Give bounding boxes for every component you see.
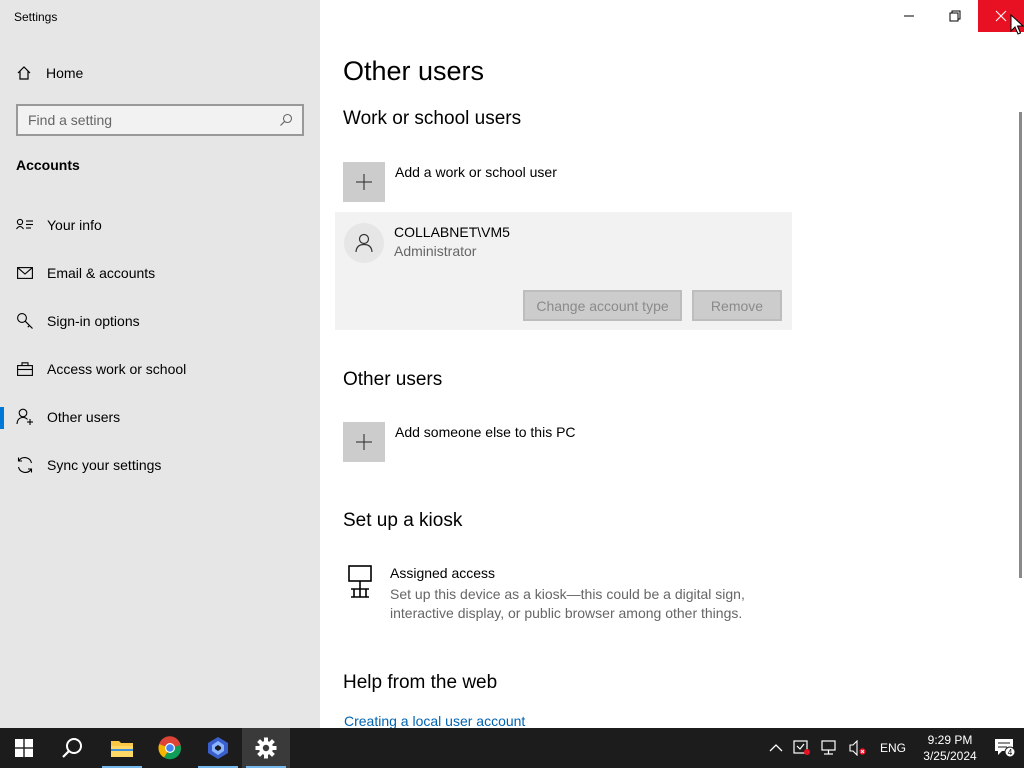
briefcase-icon	[16, 360, 34, 378]
sidebar-item-label: Email & accounts	[47, 265, 156, 281]
mail-icon	[16, 264, 34, 282]
sidebar: Settings Home Accounts Your info Email &…	[0, 0, 320, 728]
security-tray-icon[interactable]	[788, 728, 816, 768]
chrome-button[interactable]	[146, 728, 194, 768]
app-button[interactable]	[194, 728, 242, 768]
person-add-icon	[16, 408, 34, 426]
taskbar-search-button[interactable]	[48, 728, 96, 768]
key-icon	[16, 312, 34, 330]
add-someone-else-button[interactable]: Add someone else to this PC	[343, 422, 576, 462]
search-icon[interactable]	[278, 112, 294, 128]
scrollbar[interactable]	[1019, 112, 1022, 578]
user-name: COLLABNET\VM5	[394, 224, 510, 240]
settings-button[interactable]	[242, 728, 290, 768]
mouse-cursor-icon	[1010, 14, 1024, 35]
search-icon	[62, 738, 82, 758]
work-school-heading: Work or school users	[343, 108, 522, 129]
settings-icon	[255, 737, 277, 759]
volume-muted-icon[interactable]	[844, 728, 872, 768]
sidebar-item-sync-settings[interactable]: Sync your settings	[0, 441, 320, 489]
app-icon	[208, 737, 228, 759]
sidebar-item-label: Sync your settings	[47, 457, 162, 473]
person-icon	[355, 233, 373, 253]
user-role: Administrator	[394, 243, 477, 259]
sidebar-item-email-accounts[interactable]: Email & accounts	[0, 249, 320, 297]
system-tray: ENG 9:29 PM 3/25/2024 4	[764, 728, 1024, 768]
sidebar-item-label: Access work or school	[47, 361, 187, 377]
start-icon	[15, 739, 33, 757]
sidebar-item-sign-in-options[interactable]: Sign-in options	[0, 297, 320, 345]
search-box[interactable]	[16, 104, 304, 136]
start-button[interactable]	[0, 728, 48, 768]
action-center-button[interactable]: 4	[986, 728, 1024, 768]
clock[interactable]: 9:29 PM 3/25/2024	[914, 732, 986, 764]
sidebar-item-your-info[interactable]: Your info	[0, 201, 320, 249]
user-card[interactable]: COLLABNET\VM5 Administrator Change accou…	[335, 212, 792, 330]
sync-icon	[16, 456, 34, 474]
home-label: Home	[46, 65, 84, 81]
sidebar-item-label: Other users	[47, 409, 121, 425]
plus-icon	[343, 162, 385, 202]
section-label: Accounts	[16, 157, 80, 173]
home-icon	[16, 65, 32, 81]
help-heading: Help from the web	[343, 672, 498, 693]
assigned-access-description: Set up this device as a kiosk—this could…	[390, 586, 745, 621]
change-account-type-button[interactable]: Change account type	[523, 290, 682, 321]
assigned-access-button[interactable]: Assigned access Set up this device as a …	[347, 564, 750, 623]
add-work-school-user-label: Add a work or school user	[395, 164, 557, 180]
page-title: Other users	[343, 56, 485, 86]
file-explorer-button[interactable]	[98, 728, 146, 768]
local-account-help-link[interactable]: Creating a local user account	[344, 713, 525, 729]
clock-time: 9:29 PM	[927, 733, 973, 747]
app-title: Settings	[14, 10, 58, 24]
notification-count: 4	[1008, 748, 1013, 757]
language-indicator[interactable]: ENG	[872, 741, 914, 755]
show-hidden-icons-button[interactable]	[764, 728, 788, 768]
main-content: Other users Work or school users Add a w…	[320, 0, 1024, 729]
home-link[interactable]: Home	[16, 62, 83, 84]
kiosk-icon	[348, 565, 372, 598]
assigned-access-title: Assigned access	[390, 565, 496, 581]
plus-icon	[343, 422, 385, 462]
add-someone-else-label: Add someone else to this PC	[395, 424, 576, 440]
person-card-icon	[16, 216, 34, 234]
clock-date: 3/25/2024	[923, 749, 977, 763]
taskbar: ENG 9:29 PM 3/25/2024 4	[0, 728, 1024, 768]
chrome-icon	[158, 736, 182, 760]
sidebar-item-other-users[interactable]: Other users	[0, 393, 320, 441]
other-users-heading: Other users	[343, 369, 443, 390]
sidebar-item-label: Sign-in options	[47, 313, 140, 329]
kiosk-heading: Set up a kiosk	[343, 510, 463, 531]
sidebar-item-access-work-school[interactable]: Access work or school	[0, 345, 320, 393]
file-explorer-icon	[111, 741, 133, 757]
remove-button[interactable]: Remove	[692, 290, 782, 321]
network-tray-icon[interactable]	[816, 728, 844, 768]
search-input[interactable]	[28, 112, 278, 128]
sidebar-item-label: Your info	[47, 217, 102, 233]
avatar	[344, 223, 384, 263]
notification-icon: 4	[995, 739, 1016, 758]
add-work-school-user-button[interactable]: Add a work or school user	[343, 162, 557, 202]
sidebar-nav: Your info Email & accounts Sign-in optio…	[0, 201, 320, 489]
chevron-up-icon	[769, 744, 783, 752]
